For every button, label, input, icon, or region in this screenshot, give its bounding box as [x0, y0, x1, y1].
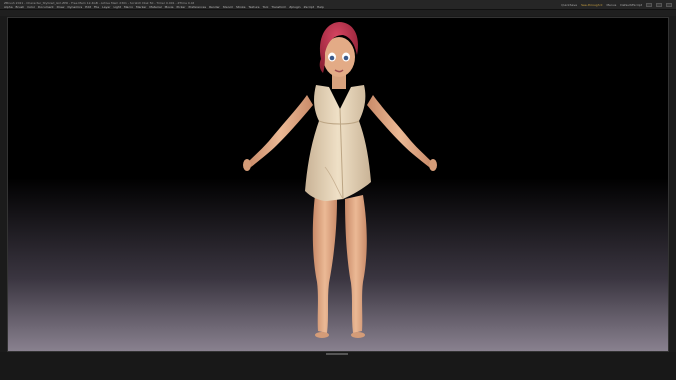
- menu-item-transform[interactable]: Transform: [271, 5, 286, 9]
- menus-toggle[interactable]: Menus: [606, 3, 616, 7]
- dress: [305, 85, 371, 201]
- menu-item-tool[interactable]: Tool: [262, 5, 268, 9]
- title-right-cluster: QuickSave See-through 0 Menus DefaultZSc…: [561, 1, 672, 8]
- menu-item-help[interactable]: Help: [317, 5, 324, 9]
- menu-item-macro[interactable]: Macro: [124, 5, 133, 9]
- minimize-button[interactable]: [646, 2, 652, 7]
- menu-item-dynamics[interactable]: Dynamics: [67, 5, 82, 9]
- menu-item-preferences[interactable]: Preferences: [188, 5, 206, 9]
- menu-item-picker[interactable]: Picker: [177, 5, 186, 9]
- close-button[interactable]: [666, 2, 672, 7]
- top-shelf: [0, 10, 676, 16]
- menu-item-material[interactable]: Material: [149, 5, 161, 9]
- menu-item-edit[interactable]: Edit: [85, 5, 91, 9]
- menu-item-zscript[interactable]: Zscript: [304, 5, 314, 9]
- menu-item-zplugin[interactable]: Zplugin: [289, 5, 300, 9]
- menu-item-movie[interactable]: Movie: [165, 5, 174, 9]
- title-bar: ZBrush 2021 - Character_Stylized_Girl.ZP…: [0, 0, 676, 10]
- quicksave-button[interactable]: QuickSave: [561, 3, 577, 7]
- menu-bar: Alpha Brush Color Document Draw Dynamics Edit F…: [4, 5, 324, 9]
- menu-item-light[interactable]: Light: [113, 5, 121, 9]
- character-model[interactable]: [7, 17, 669, 352]
- menu-item-stroke[interactable]: Stroke: [236, 5, 246, 9]
- menu-item-brush[interactable]: Brush: [16, 5, 25, 9]
- bottom-shelf: [0, 352, 676, 380]
- see-through-slider[interactable]: See-through 0: [581, 3, 602, 7]
- menu-item-draw[interactable]: Draw: [57, 5, 65, 9]
- menu-item-layer[interactable]: Layer: [102, 5, 110, 9]
- menu-item-alpha[interactable]: Alpha: [4, 5, 13, 9]
- timeline-handle[interactable]: [326, 353, 348, 355]
- legs: [312, 195, 367, 338]
- menu-item-stencil[interactable]: Stencil: [223, 5, 233, 9]
- menu-item-render[interactable]: Render: [209, 5, 220, 9]
- menu-item-texture[interactable]: Texture: [249, 5, 260, 9]
- default-zscript-button[interactable]: DefaultZScript: [620, 3, 642, 7]
- document-canvas[interactable]: [7, 17, 669, 352]
- menu-item-color[interactable]: Color: [27, 5, 35, 9]
- menu-item-file[interactable]: File: [94, 5, 99, 9]
- menu-item-marker[interactable]: Marker: [136, 5, 146, 9]
- menu-item-document[interactable]: Document: [38, 5, 54, 9]
- maximize-button[interactable]: [656, 2, 662, 7]
